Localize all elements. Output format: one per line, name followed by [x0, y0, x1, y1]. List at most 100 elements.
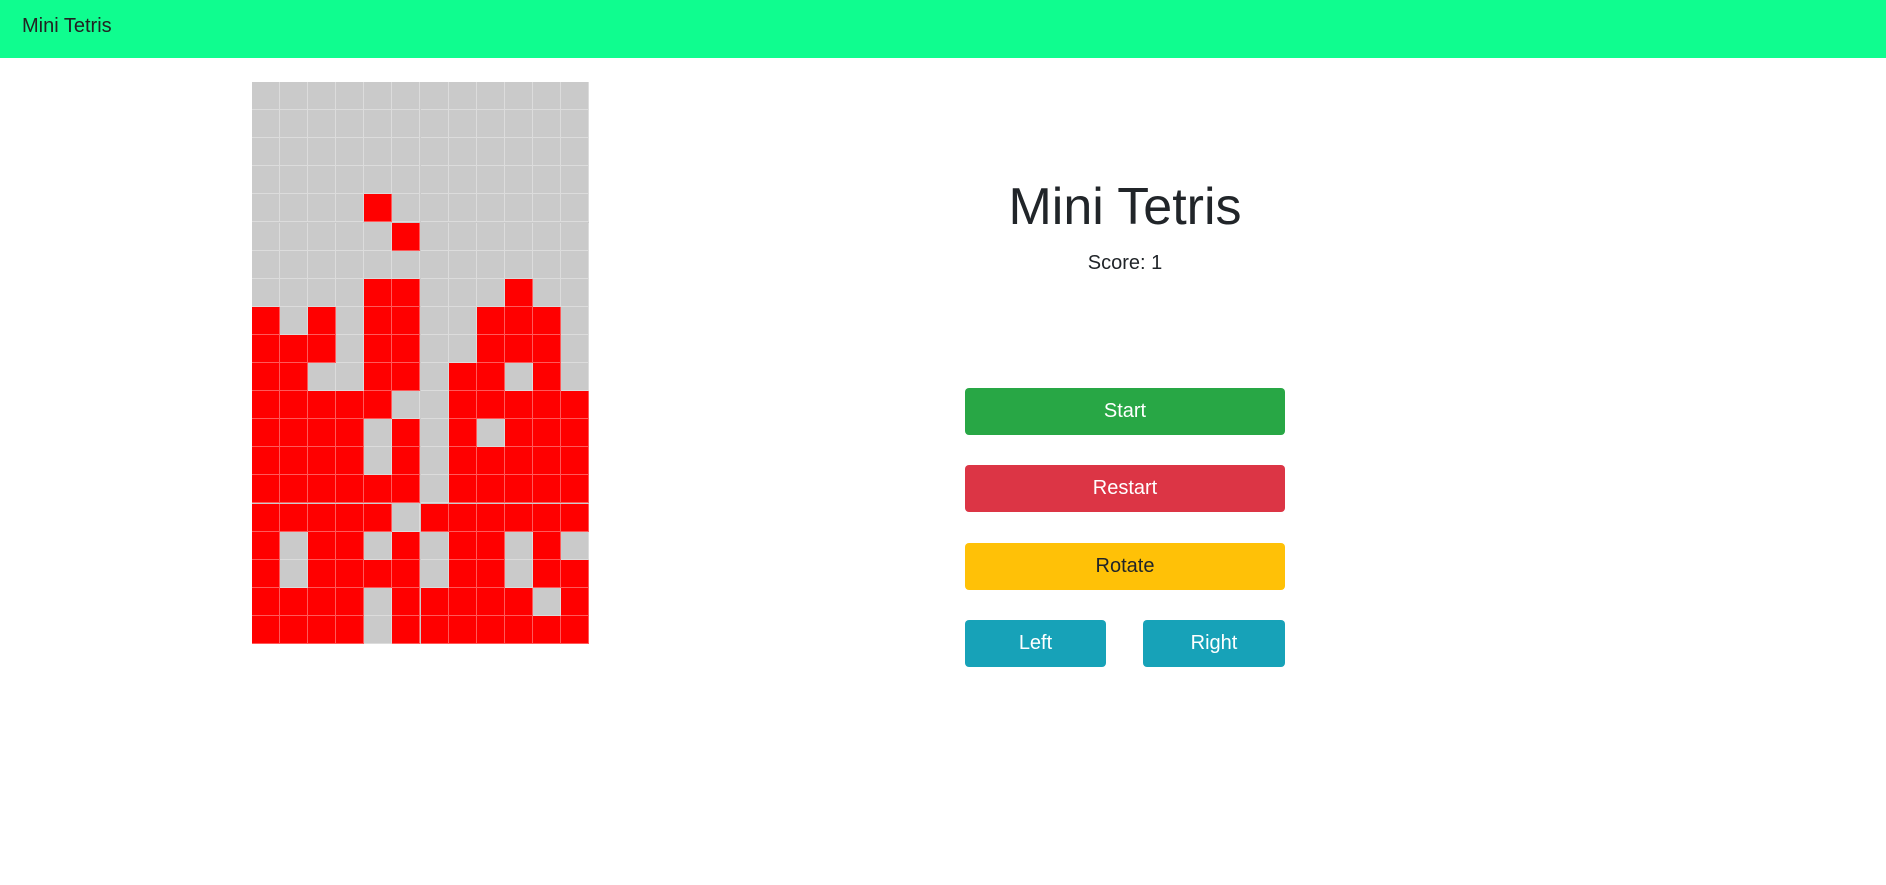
board-cell-filled	[476, 306, 505, 335]
board-cell-empty	[392, 250, 421, 279]
board-cell-empty	[308, 250, 337, 279]
board-cell-empty	[308, 138, 337, 167]
board-cell-empty	[420, 531, 449, 560]
board-cell-filled	[532, 503, 561, 532]
board-cell-empty	[336, 194, 365, 223]
board-cell-filled	[252, 475, 281, 504]
board-cell-empty	[448, 82, 477, 111]
restart-button[interactable]: Restart	[965, 465, 1285, 512]
board-cell-empty	[364, 447, 393, 476]
board-cell-empty	[252, 222, 281, 251]
game-title: Mini Tetris	[1008, 178, 1242, 236]
board-cell-filled	[504, 306, 533, 335]
board-cell-empty	[504, 250, 533, 279]
board-cell-filled	[532, 559, 561, 588]
board-cell-empty	[364, 222, 393, 251]
board-cell-empty	[280, 306, 309, 335]
board-cell-empty	[560, 363, 589, 392]
board-cell-filled	[336, 559, 365, 588]
board-cell-filled	[280, 391, 309, 420]
board-cell-empty	[476, 82, 505, 111]
board-cell-filled	[252, 363, 281, 392]
board-cell-empty	[504, 110, 533, 139]
board-cell-filled	[532, 363, 561, 392]
board-cell-empty	[560, 166, 589, 195]
board-cell-filled	[392, 615, 421, 644]
board-cell-empty	[252, 82, 281, 111]
board-cell-empty	[532, 194, 561, 223]
board-cell-empty	[420, 166, 449, 195]
board-cell-filled	[392, 475, 421, 504]
board-cell-filled	[336, 391, 365, 420]
board-cell-filled	[448, 503, 477, 532]
board-cell-filled	[476, 531, 505, 560]
board-cell-empty	[280, 166, 309, 195]
board-cell-filled	[504, 475, 533, 504]
board-cell-filled	[364, 391, 393, 420]
board-cell-filled	[448, 447, 477, 476]
board-cell-filled	[448, 587, 477, 616]
board-cell-empty	[448, 306, 477, 335]
board-cell-empty	[420, 363, 449, 392]
board-cell-filled	[252, 531, 281, 560]
rotate-button[interactable]: Rotate	[965, 543, 1285, 590]
start-button[interactable]: Start	[965, 388, 1285, 435]
board-cell-empty	[252, 194, 281, 223]
board-cell-filled	[308, 559, 337, 588]
board-cell-filled	[476, 363, 505, 392]
board-cell-empty	[560, 110, 589, 139]
board-cell-filled	[476, 503, 505, 532]
board-cell-filled	[532, 391, 561, 420]
board-cell-empty	[448, 334, 477, 363]
board-cell-filled	[308, 447, 337, 476]
board-cell-filled	[504, 334, 533, 363]
board-cell-empty	[280, 194, 309, 223]
board-cell-filled	[392, 278, 421, 307]
board-cell-empty	[252, 278, 281, 307]
board-cell-filled	[448, 531, 477, 560]
board-cell-filled	[252, 503, 281, 532]
board-cell-empty	[420, 419, 449, 448]
navbar: Mini Tetris	[0, 0, 1886, 58]
board-cell-filled	[448, 391, 477, 420]
game-board	[252, 82, 589, 644]
board-cell-filled	[448, 475, 477, 504]
board-cell-filled	[308, 419, 337, 448]
board-cell-empty	[364, 615, 393, 644]
board-cell-filled	[476, 391, 505, 420]
board-cell-filled	[392, 306, 421, 335]
board-cell-empty	[420, 447, 449, 476]
board-cell-filled	[280, 503, 309, 532]
board-cell-filled	[364, 306, 393, 335]
board-cell-filled	[392, 587, 421, 616]
board-cell-filled	[476, 559, 505, 588]
board-cell-filled	[308, 391, 337, 420]
board-cell-empty	[336, 250, 365, 279]
board-cell-filled	[392, 222, 421, 251]
board-cell-empty	[336, 222, 365, 251]
board-cell-empty	[420, 194, 449, 223]
right-button[interactable]: Right	[1143, 620, 1285, 667]
board-cell-empty	[364, 138, 393, 167]
board-cell-filled	[364, 278, 393, 307]
board-cell-empty	[420, 138, 449, 167]
board-cell-empty	[364, 82, 393, 111]
board-cell-empty	[364, 110, 393, 139]
board-cell-filled	[448, 363, 477, 392]
board-cell-filled	[420, 587, 449, 616]
board-cell-empty	[252, 110, 281, 139]
board-cell-empty	[420, 110, 449, 139]
board-cell-empty	[392, 138, 421, 167]
board-cell-filled	[336, 503, 365, 532]
board-cell-empty	[420, 475, 449, 504]
left-button[interactable]: Left	[965, 620, 1106, 667]
board-cell-filled	[560, 503, 589, 532]
board-cell-empty	[476, 419, 505, 448]
board-cell-filled	[560, 615, 589, 644]
board-cell-filled	[392, 334, 421, 363]
board-cell-empty	[420, 250, 449, 279]
board-cell-empty	[476, 110, 505, 139]
board-cell-empty	[476, 222, 505, 251]
navbar-brand[interactable]: Mini Tetris	[22, 14, 112, 38]
board-cell-empty	[504, 559, 533, 588]
